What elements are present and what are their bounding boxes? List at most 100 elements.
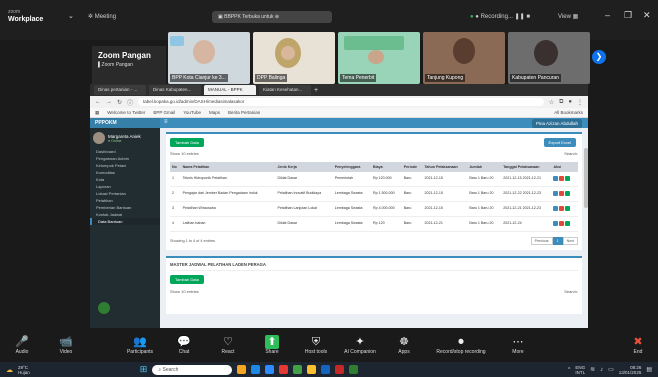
view-button[interactable]: View ▦ <box>558 13 578 20</box>
column-header[interactable]: Jenis Kerja <box>275 162 333 172</box>
participant-tile[interactable]: BPP Kota Cianjur ke 3... <box>168 32 250 84</box>
delete-icon[interactable] <box>559 176 565 181</box>
bookmark-item[interactable]: Maps <box>209 110 220 115</box>
chrome-icon[interactable] <box>293 365 303 374</box>
search-input[interactable]: Search: <box>564 151 578 156</box>
sidebar-item-laporan[interactable]: Laporan <box>90 183 160 190</box>
browser-tab[interactable]: Dinas pertanian - ... <box>94 85 146 95</box>
volume-icon[interactable]: ♪ <box>600 367 603 373</box>
bookmark-item[interactable]: Welcome to Twitter <box>107 110 145 115</box>
pager-next[interactable]: Next <box>562 237 578 245</box>
next-page-icon[interactable]: ❯ <box>592 50 606 64</box>
user-menu[interactable]: Pina Azizan Abdullah <box>531 119 582 128</box>
reload-icon[interactable]: ↻ <box>117 99 122 106</box>
more-button[interactable]: ⋯ More <box>496 335 540 355</box>
browser-tab[interactable]: Kiatan Kesehatan... <box>259 85 311 95</box>
scrollbar[interactable] <box>584 148 588 208</box>
column-header[interactable]: Jumlah <box>467 162 502 172</box>
bookmark-item[interactable]: Berita Pertanian <box>228 110 260 115</box>
hamburger-icon[interactable]: ≡ <box>164 119 168 125</box>
app-icon[interactable] <box>335 365 345 374</box>
view-icon[interactable] <box>565 176 571 181</box>
edit-icon[interactable] <box>553 221 559 226</box>
edit-icon[interactable] <box>553 176 559 181</box>
clock[interactable]: 08:26 13/01/2025 <box>619 365 642 375</box>
pager-page[interactable]: 1 <box>552 237 563 245</box>
add-data-button-2[interactable]: Tambah Data <box>170 275 204 284</box>
participant-tile[interactable]: DPP Balinga <box>253 32 335 84</box>
column-header[interactable]: Periode <box>401 162 423 172</box>
menu-icon[interactable]: ⋮ <box>577 99 583 106</box>
show-entries-select[interactable]: Show 10 entries <box>170 151 199 156</box>
sidebar-item-komoditas[interactable]: Komoditas <box>90 169 160 176</box>
column-header[interactable]: Nama Pelatihan <box>180 162 276 172</box>
record-button[interactable]: ⏺ Record/stop recording <box>426 335 496 355</box>
sidebar-item-kota[interactable]: Kota <box>90 176 160 183</box>
stop-icon[interactable]: ■ <box>526 14 530 20</box>
wifi-icon[interactable]: ≋ <box>590 366 595 373</box>
share-button[interactable]: ⬆ Share <box>250 335 294 355</box>
pause-icon[interactable]: ❚❚ <box>515 14 525 20</box>
bookmark-item[interactable]: YouTube <box>183 110 201 115</box>
all-bookmarks[interactable]: All Bookmarks <box>554 110 583 115</box>
video-button[interactable]: 📹 Video <box>44 335 88 355</box>
sidebar-item-pelatihan[interactable]: Pelatihan <box>90 197 160 204</box>
sidebar-item-jadwal[interactable]: Kontak Jadwal <box>90 211 160 218</box>
forward-icon[interactable]: → <box>106 99 112 105</box>
apps-button[interactable]: ☸ Apps <box>382 335 426 355</box>
bookmark-item[interactable]: BPP Gmail <box>153 110 175 115</box>
self-view-tile[interactable]: Zoom Pangan ▌Zoom Pangan <box>92 46 166 84</box>
sidebar-item-dashboard[interactable]: Dashboard <box>90 148 160 155</box>
show-entries-select-2[interactable]: Show 10 entries <box>170 289 199 294</box>
add-data-button[interactable]: Tambah Data <box>170 138 204 147</box>
extensions-icon[interactable]: ⧉ <box>559 99 563 106</box>
app-icon[interactable] <box>307 365 317 374</box>
edge-icon[interactable] <box>251 365 261 374</box>
close-icon[interactable]: ✕ <box>643 10 651 21</box>
shared-screen-pill[interactable]: ▣ BBPPK Terbuka untuk ⊕ <box>212 11 332 23</box>
export-button[interactable]: Export Excel <box>543 138 576 147</box>
zoom-app-icon[interactable] <box>265 365 275 374</box>
browser-tab[interactable]: Dinas Kabupaten... <box>149 85 201 95</box>
participants-button[interactable]: 👥 Participants <box>118 335 162 355</box>
sidebar-item-lokasi[interactable]: Lokasi Pertanian <box>90 190 160 197</box>
notification-icon[interactable]: ▤ <box>646 366 652 373</box>
battery-icon[interactable]: ▭ <box>608 366 614 373</box>
ai-companion-button[interactable]: ✦ AI Companion <box>338 335 382 355</box>
app-icon[interactable] <box>279 365 289 374</box>
sidebar-item-data-bantuan[interactable]: Data Bantuan <box>90 218 160 225</box>
search-input-2[interactable]: Search: <box>564 289 578 294</box>
file-explorer-icon[interactable] <box>237 365 247 374</box>
recording-indicator[interactable]: ● ● Recording... ❚❚ ■ <box>470 13 530 20</box>
language-indicator[interactable]: ENG INTL <box>575 365 585 375</box>
column-header[interactable]: Tanggal Pelaksanaan <box>501 162 552 172</box>
weather-widget[interactable]: 29°C Hujan <box>18 365 30 375</box>
app-brand[interactable]: PPPOKM <box>90 118 160 128</box>
column-header[interactable]: Penyelenggara <box>332 162 371 172</box>
meeting-menu[interactable]: ✲ Meeting <box>88 13 116 20</box>
view-icon[interactable] <box>565 206 571 211</box>
star-icon[interactable]: ☆ <box>549 99 554 106</box>
view-icon[interactable] <box>565 191 571 196</box>
sidebar-item-admin[interactable]: Pengaturan Admin <box>90 155 160 162</box>
audio-button[interactable]: 🎤 Audio <box>0 335 44 355</box>
word-icon[interactable] <box>321 365 331 374</box>
column-header[interactable]: Biaya <box>371 162 402 172</box>
url-field[interactable]: tabel.kopaka.go.id/admin/DASH/mediasimal… <box>138 98 544 106</box>
browser-tab-active[interactable]: MANUAL - BPPK <box>204 85 256 95</box>
participant-tile[interactable]: Kabupaten Pancuran <box>508 32 590 84</box>
excel-icon[interactable] <box>349 365 359 374</box>
delete-icon[interactable] <box>559 191 565 196</box>
chevron-down-icon[interactable]: ⌄ <box>68 12 74 20</box>
tray-chevron-icon[interactable]: ^ <box>568 367 570 373</box>
sidebar-item-bantuan[interactable]: Pemberian Bantuan <box>90 204 160 211</box>
participant-tile[interactable]: Tema Penerbit <box>338 32 420 84</box>
taskbar-search[interactable]: ⌕ Search <box>152 364 233 375</box>
sidebar-item-kelompok[interactable]: Kelompok Petani <box>90 162 160 169</box>
column-header[interactable]: No <box>170 162 181 172</box>
react-button[interactable]: ♡ React <box>206 335 250 355</box>
windows-start-icon[interactable]: ⊞ <box>140 364 148 375</box>
column-header[interactable]: Aksi <box>551 162 578 172</box>
edit-icon[interactable] <box>553 206 559 211</box>
view-icon[interactable] <box>565 221 571 226</box>
